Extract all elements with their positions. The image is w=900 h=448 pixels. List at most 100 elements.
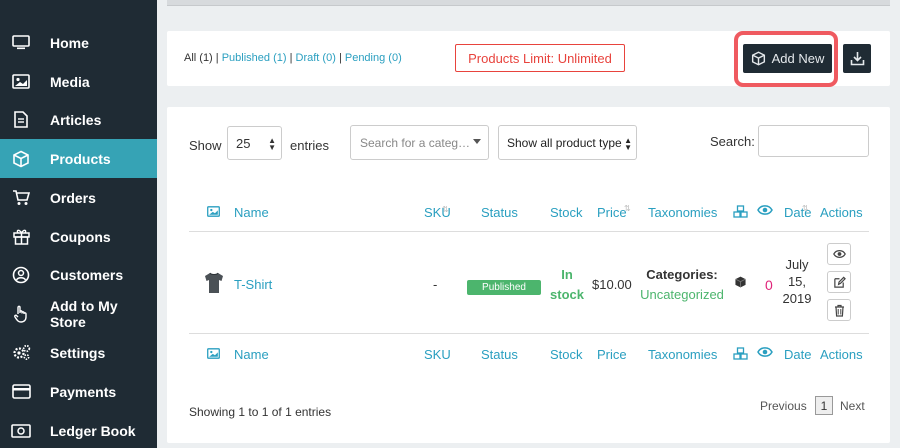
status-filters: All (1) | Published (1) | Draft (0) | Pe… (184, 52, 402, 64)
sidebar-item-products[interactable]: Products (0, 139, 157, 178)
sort-updown-icon: ▲ ▼ (268, 136, 276, 152)
filter-all[interactable]: All (1) (184, 52, 213, 64)
sidebar-item-payments[interactable]: Payments (0, 372, 157, 411)
search-input[interactable] (758, 125, 869, 157)
sidebar-item-orders[interactable]: Orders (0, 178, 157, 217)
products-table-card: Show 25 ▲ ▼ entries Search for a categ… S… (167, 107, 890, 443)
column-header-taxonomies: Taxonomies (648, 205, 718, 220)
sidebar-item-label: Customers (50, 266, 124, 283)
sort-icon: ⇅ (442, 205, 449, 214)
credit-card-icon (11, 382, 31, 402)
filter-draft[interactable]: Draft (0) (296, 52, 336, 64)
column-footer-date: Date (784, 347, 812, 362)
sidebar-item-add-to-my-store[interactable]: Add to My Store (0, 294, 157, 333)
user-circle-icon (11, 265, 31, 285)
sidebar-item-ledger-book[interactable]: Ledger Book (0, 411, 157, 448)
sidebar-item-label: Payments (50, 383, 117, 400)
cube-icon (751, 51, 766, 66)
edit-icon (833, 276, 846, 289)
product-taxonomies: Categories: Uncategorized (640, 267, 724, 302)
sidebar-item-label: Orders (50, 189, 96, 206)
sidebar-item-label: Ledger Book (50, 422, 136, 439)
view-product-button[interactable] (827, 243, 851, 265)
stock-status: In stock (550, 267, 584, 302)
divider (189, 231, 869, 232)
category-search-select[interactable]: Search for a categ… (350, 125, 489, 160)
column-header-price[interactable]: Price (597, 205, 627, 220)
filter-pending[interactable]: Pending (0) (345, 52, 402, 64)
document-icon (11, 110, 31, 130)
sort-icon: ⇅ (802, 204, 809, 213)
product-sku: - (433, 277, 438, 292)
column-footer-actions: Actions (820, 347, 863, 362)
products-limit-badge: Products Limit: Unlimited (455, 44, 625, 72)
sidebar-item-label: Home (50, 34, 89, 51)
views-count: 0 (765, 277, 773, 293)
eye-icon (757, 204, 773, 219)
sidebar-item-articles[interactable]: Articles (0, 100, 157, 139)
delete-product-button[interactable] (827, 299, 851, 321)
column-footer-sku: SKU (424, 347, 451, 362)
sort-updown-icon: ▲ ▼ (624, 136, 632, 152)
entries-label: entries (290, 138, 330, 153)
entries-per-page-select[interactable]: 25 ▲ ▼ (227, 126, 282, 160)
add-new-label: Add New (771, 51, 825, 66)
eye-icon (757, 346, 773, 361)
filter-published[interactable]: Published (1) (222, 52, 287, 64)
edit-product-button[interactable] (827, 271, 851, 293)
image-column-icon (207, 347, 220, 362)
sidebar-item-label: Settings (50, 344, 106, 361)
gift-icon (11, 227, 31, 247)
add-new-button[interactable]: Add New (743, 44, 832, 73)
image-column-icon (207, 205, 220, 220)
column-footer-taxonomies: Taxonomies (648, 347, 718, 362)
pagination-previous[interactable]: Previous (760, 399, 807, 413)
column-header-stock[interactable]: Stock (550, 205, 583, 220)
hand-pointer-icon (11, 304, 31, 324)
cart-icon (11, 188, 31, 208)
sidebar-item-label: Articles (50, 111, 102, 128)
column-footer-status: Status (481, 347, 518, 362)
sidebar-item-label: Products (50, 150, 111, 167)
sidebar-item-home[interactable]: Home (0, 23, 157, 62)
product-status-filter-card: All (1) | Published (1) | Draft (0) | Pe… (167, 31, 890, 87)
sidebar-item-label: Coupons (50, 228, 111, 245)
eye-icon (832, 249, 846, 259)
cubes-icon (733, 205, 748, 221)
product-price: $10.00 (592, 277, 632, 292)
download-icon (850, 51, 865, 66)
column-footer-price: Price (597, 347, 627, 362)
column-footer-stock: Stock (550, 347, 583, 362)
sidebar: Home Media Articles Products Orders Coup… (0, 0, 157, 448)
column-header-actions: Actions (820, 205, 863, 220)
cubes-icon (733, 347, 748, 363)
caret-down-icon (473, 139, 481, 144)
sidebar-item-label: Media (50, 73, 90, 90)
column-header-name[interactable]: Name (234, 205, 269, 220)
cube-icon (11, 149, 31, 169)
pagination-page-1[interactable]: 1 (815, 396, 833, 415)
sidebar-item-label: Add to My Store (49, 297, 118, 330)
top-header-bar (167, 0, 890, 6)
product-name-link[interactable]: T-Shirt (234, 277, 272, 292)
money-icon (11, 421, 31, 441)
monitor-icon (11, 33, 31, 53)
product-date: July 15, 2019 (782, 257, 812, 306)
export-button[interactable] (843, 44, 871, 73)
pagination-info: Showing 1 to 1 of 1 entries (189, 405, 332, 419)
sidebar-item-media[interactable]: Media (0, 62, 157, 101)
sidebar-item-customers[interactable]: Customers (0, 255, 157, 294)
product-type-icon (734, 275, 747, 292)
sort-icon: ⇅ (624, 204, 631, 213)
show-label: Show (189, 138, 222, 153)
status-badge: Published (467, 280, 541, 295)
image-icon (11, 72, 31, 92)
sidebar-item-coupons[interactable]: Coupons (0, 217, 157, 256)
pagination-next[interactable]: Next (840, 399, 865, 413)
gears-icon (11, 343, 31, 363)
product-type-select[interactable]: Show all product type ▲ ▼ (498, 125, 637, 160)
column-header-status[interactable]: Status (481, 205, 518, 220)
search-label: Search: (710, 134, 755, 149)
product-thumbnail[interactable] (203, 271, 225, 298)
sidebar-item-settings[interactable]: Settings (0, 333, 157, 372)
